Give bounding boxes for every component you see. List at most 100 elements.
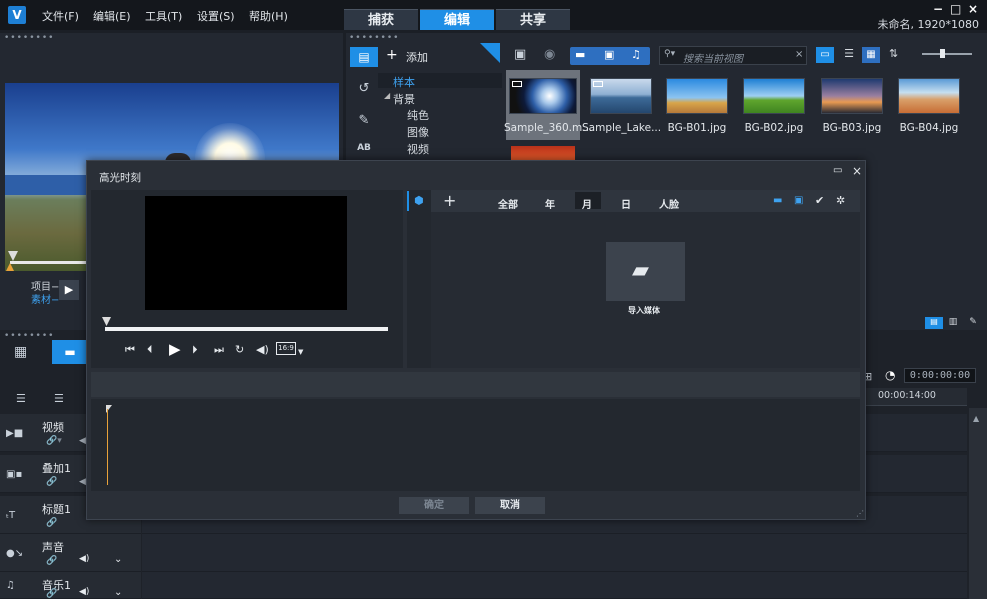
- sort-icon[interactable]: ⇅: [889, 47, 898, 60]
- tree-item-solid[interactable]: 纯色: [407, 107, 429, 123]
- speaker-icon[interactable]: ◀: [79, 436, 86, 446]
- speaker-icon[interactable]: ◀): [79, 554, 89, 564]
- menu-help[interactable]: 帮助(H): [249, 8, 288, 24]
- panel-grip[interactable]: ••••••••: [349, 33, 399, 43]
- media-library-icon[interactable]: ▤: [350, 47, 378, 67]
- tab-share[interactable]: 共享: [496, 9, 570, 30]
- minimize-button[interactable]: −: [933, 2, 943, 16]
- chevron-down-icon[interactable]: ⌄: [114, 587, 122, 598]
- title-track-icon: ₜT: [6, 510, 16, 521]
- end-icon[interactable]: ⏭: [214, 343, 224, 357]
- tree-samples-label: 样本: [393, 76, 415, 89]
- track-lane[interactable]: [142, 572, 967, 599]
- tree-item-video[interactable]: 视频: [407, 141, 429, 157]
- menu-settings[interactable]: 设置(S): [197, 8, 235, 24]
- media-thumbnail[interactable]: [821, 78, 883, 114]
- maximize-icon[interactable]: ▭: [833, 165, 842, 176]
- panel-grip[interactable]: ••••••••: [4, 33, 54, 43]
- link-icon[interactable]: 🔗: [46, 556, 57, 566]
- tree-item-image[interactable]: 图像: [407, 124, 429, 140]
- filter-day[interactable]: 日: [621, 196, 631, 211]
- home-icon[interactable]: ⏮: [125, 343, 135, 357]
- track-manager-icon[interactable]: ☰: [16, 392, 26, 405]
- audio-filter-icon[interactable]: ♫: [631, 48, 641, 61]
- grid-view-icon[interactable]: ▦: [862, 47, 880, 63]
- tab-edit[interactable]: 编辑: [420, 9, 494, 30]
- text-ab-icon[interactable]: AB: [352, 143, 376, 161]
- scrub-bar[interactable]: [105, 327, 388, 331]
- clip-mode-label[interactable]: 素材−: [31, 291, 59, 306]
- speaker-icon[interactable]: ◀: [79, 477, 86, 487]
- filter-all[interactable]: 全部: [498, 196, 518, 211]
- close-button[interactable]: ×: [968, 2, 978, 16]
- play-icon[interactable]: ▶: [169, 340, 181, 358]
- cancel-button[interactable]: 取消: [475, 497, 545, 514]
- slider-handle[interactable]: [940, 49, 945, 58]
- tab-capture[interactable]: 捕获: [344, 9, 418, 30]
- filter-month[interactable]: 月: [582, 196, 592, 211]
- pin-icon[interactable]: [480, 43, 500, 63]
- photo-filter-icon[interactable]: ▣: [604, 48, 614, 61]
- split-view-icon[interactable]: ▥: [946, 317, 960, 329]
- menu-tools[interactable]: 工具(T): [145, 8, 182, 24]
- expand-icon[interactable]: ◢: [384, 91, 390, 100]
- title-icon[interactable]: ✎: [352, 113, 376, 131]
- checkmark-icon[interactable]: ✔: [815, 194, 824, 207]
- photo-filter-icon[interactable]: ▣: [794, 195, 803, 206]
- import-folder-icon[interactable]: ▣: [514, 47, 526, 62]
- storyboard-view-icon[interactable]: ▦: [14, 344, 27, 360]
- clear-search-icon[interactable]: ×: [795, 49, 803, 60]
- edit-icon[interactable]: ✎: [966, 317, 980, 329]
- next-frame-icon[interactable]: ⏵: [192, 343, 198, 357]
- media-thumbnail[interactable]: [743, 78, 805, 114]
- ok-button[interactable]: 确定: [399, 497, 469, 514]
- speaker-icon[interactable]: ◀): [79, 587, 89, 597]
- menu-edit[interactable]: 编辑(E): [93, 8, 131, 24]
- repeat-icon[interactable]: ↻: [235, 343, 244, 356]
- timeline-scrollbar[interactable]: [969, 408, 987, 599]
- thumbnail-size-slider[interactable]: [922, 53, 972, 55]
- scroll-up-icon[interactable]: ▲: [973, 414, 979, 423]
- media-cube-icon[interactable]: ⬢: [414, 194, 424, 207]
- video-filter-icon[interactable]: ▬: [575, 48, 585, 61]
- link-icon[interactable]: 🔗▾: [46, 436, 62, 446]
- layout-icon[interactable]: ▤: [925, 317, 943, 329]
- list-view-icon[interactable]: ☰: [840, 47, 858, 63]
- track-header-music[interactable]: ♫ 音乐1 🔗 ◀) ⌄: [0, 572, 141, 599]
- playhead-line[interactable]: [107, 409, 108, 485]
- volume-icon[interactable]: ◀): [256, 343, 269, 356]
- transition-icon[interactable]: ↺: [352, 81, 376, 99]
- filter-face[interactable]: 人脸: [659, 196, 679, 211]
- tree-item-background[interactable]: 背景: [393, 91, 415, 107]
- chevron-down-icon[interactable]: ⌄: [114, 554, 122, 565]
- maximize-button[interactable]: □: [950, 2, 961, 16]
- thumbnail-view-icon[interactable]: ▭: [816, 47, 834, 63]
- chapter-icon[interactable]: ☰: [54, 392, 64, 405]
- link-icon[interactable]: 🔗: [46, 477, 57, 487]
- timeline-view-icon[interactable]: ▬: [52, 340, 88, 364]
- previous-frame-icon[interactable]: ⏴: [147, 343, 153, 357]
- timecode-display[interactable]: 0:00:00:00: [904, 368, 976, 383]
- media-thumbnail[interactable]: [511, 146, 575, 160]
- close-icon[interactable]: ×: [852, 164, 862, 178]
- media-thumbnail[interactable]: [898, 78, 960, 114]
- panel-grip[interactable]: ••••••••: [4, 331, 54, 341]
- add-icon[interactable]: +: [386, 47, 398, 63]
- menu-file[interactable]: 文件(F): [42, 8, 79, 24]
- add-icon[interactable]: +: [443, 191, 456, 210]
- add-button[interactable]: 添加: [406, 49, 428, 65]
- media-thumbnail[interactable]: [666, 78, 728, 114]
- link-icon[interactable]: 🔗: [46, 518, 57, 528]
- video-filter-icon[interactable]: ▬: [773, 195, 782, 206]
- track-lane[interactable]: [142, 534, 967, 572]
- link-icon[interactable]: 🔗: [46, 589, 57, 599]
- filter-year[interactable]: 年: [545, 196, 555, 211]
- record-icon[interactable]: ◉: [544, 47, 555, 62]
- settings-icon[interactable]: ✲: [836, 194, 845, 207]
- play-icon[interactable]: ▶: [59, 280, 79, 300]
- chevron-down-icon[interactable]: ▼: [298, 348, 303, 356]
- track-header-voice[interactable]: ●↘ 声音 🔗 ◀) ⌄: [0, 534, 141, 572]
- aspect-ratio-button[interactable]: 16:9: [276, 342, 296, 355]
- resize-grip-icon[interactable]: ⋰: [856, 509, 864, 518]
- scrub-bar[interactable]: [10, 261, 90, 264]
